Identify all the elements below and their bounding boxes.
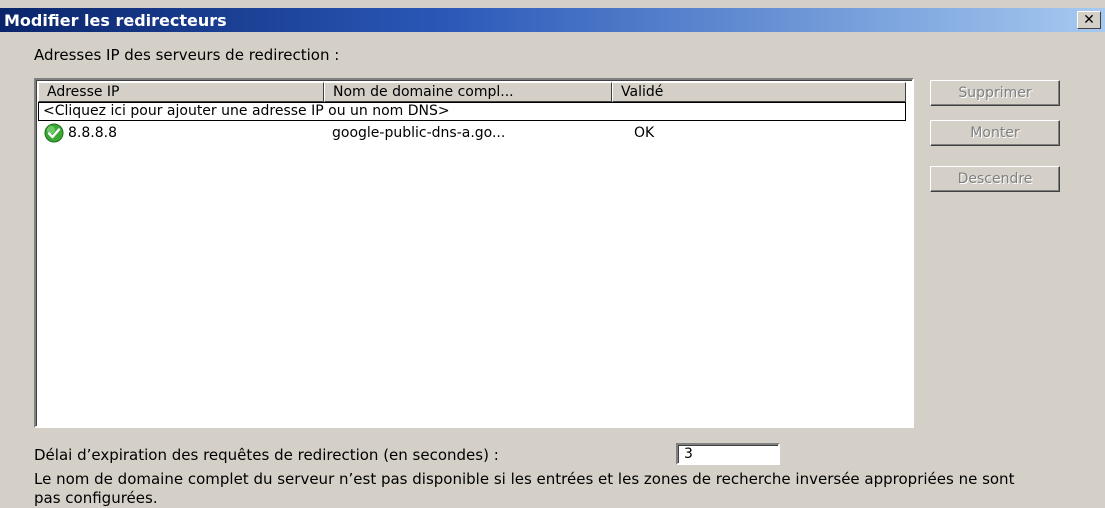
column-header-validated[interactable]: Validé <box>612 82 906 102</box>
green-check-icon <box>44 123 64 143</box>
timeout-label: Délai d’expiration des requêtes de redir… <box>34 446 499 464</box>
delete-button[interactable]: Supprimer <box>930 80 1060 106</box>
timeout-input[interactable] <box>676 443 780 465</box>
column-header-ip[interactable]: Adresse IP <box>38 82 324 102</box>
servers-label: Adresses IP des serveurs de redirection … <box>34 46 340 64</box>
cell-validated: OK <box>634 125 655 141</box>
cell-ip: 8.8.8.8 <box>68 125 117 141</box>
add-entry-row[interactable]: <Cliquez ici pour ajouter une adresse IP… <box>38 102 906 121</box>
cell-fqdn: google-public-dns-a.go... <box>332 125 506 141</box>
move-down-button[interactable]: Descendre <box>930 166 1060 192</box>
forwarders-list[interactable]: Adresse IP Nom de domaine compl... Valid… <box>34 78 914 428</box>
window-title: Modifier les redirecteurs <box>4 11 227 30</box>
move-up-button[interactable]: Monter <box>930 120 1060 146</box>
close-icon: ✕ <box>1083 12 1095 28</box>
list-header: Adresse IP Nom de domaine compl... Valid… <box>38 82 906 102</box>
close-button[interactable]: ✕ <box>1077 11 1101 29</box>
table-row[interactable]: 8.8.8.8 google-public-dns-a.go... OK <box>38 123 906 145</box>
column-header-fqdn[interactable]: Nom de domaine compl... <box>324 82 612 102</box>
title-bar: Modifier les redirecteurs ✕ <box>0 8 1105 32</box>
info-note: Le nom de domaine complet du serveur n’e… <box>34 470 1015 507</box>
